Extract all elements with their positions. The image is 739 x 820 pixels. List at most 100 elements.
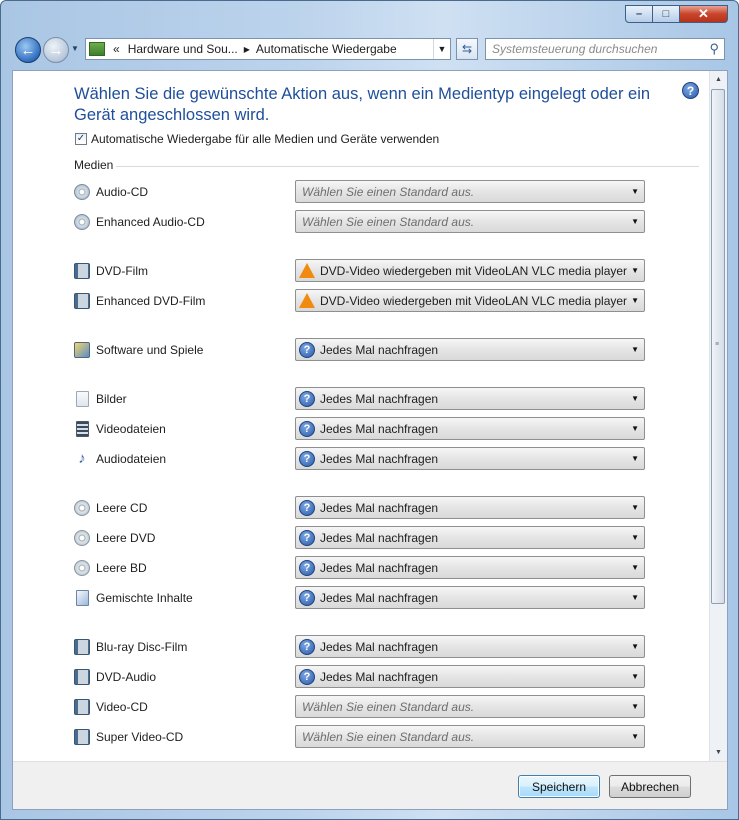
action-dropdown[interactable]: ? Jedes Mal nachfragen ▼ <box>295 447 645 470</box>
dropdown-arrow-icon[interactable]: ▼ <box>631 642 639 651</box>
media-row: Software und Spiele? Jedes Mal nachfragen… <box>74 338 649 362</box>
action-dropdown[interactable]: ? Jedes Mal nachfragen ▼ <box>295 526 645 549</box>
recent-pages-chevron-down-icon[interactable]: ▼ <box>71 44 79 53</box>
address-dropdown-chevron-down-icon[interactable]: ▼ <box>433 39 450 59</box>
action-dropdown-value: Jedes Mal nachfragen <box>320 639 439 654</box>
action-dropdown[interactable]: ? Jedes Mal nachfragen ▼ <box>295 635 645 658</box>
vertical-scrollbar[interactable]: ▲ ≡ ▼ <box>709 71 727 761</box>
address-bar[interactable]: « Hardware und Sou... ▶ Automatische Wie… <box>85 38 451 60</box>
question-icon: ? <box>299 529 315 546</box>
action-dropdown[interactable]: Wählen Sie einen Standard aus. ▼ <box>295 725 645 748</box>
help-icon[interactable]: ? <box>682 82 699 99</box>
enhanced-audio-cd-icon <box>74 214 90 230</box>
maximize-button[interactable]: □ <box>653 5 680 23</box>
media-row-label: Super Video-CD <box>96 730 184 744</box>
action-dropdown-value: Jedes Mal nachfragen <box>320 342 439 357</box>
dropdown-arrow-icon[interactable]: ▼ <box>631 187 639 196</box>
action-dropdown[interactable]: Wählen Sie einen Standard aus. ▼ <box>295 180 645 203</box>
breadcrumb-hardware-sound[interactable]: Hardware und Sou... <box>128 42 238 56</box>
search-input[interactable] <box>486 41 704 57</box>
dropdown-arrow-icon[interactable]: ▼ <box>631 217 639 226</box>
action-dropdown-value: Jedes Mal nachfragen <box>320 451 439 466</box>
media-row-label: Leere BD <box>96 561 147 575</box>
action-dropdown[interactable]: ? Jedes Mal nachfragen ▼ <box>295 586 645 609</box>
media-row-label: Software und Spiele <box>96 343 204 357</box>
back-button[interactable]: ← <box>15 37 41 63</box>
autoplay-checkbox[interactable]: ✓ <box>75 133 87 145</box>
software-games-icon <box>74 342 90 358</box>
scrollbar-thumb[interactable]: ≡ <box>711 89 725 604</box>
action-dropdown-value: Wählen Sie einen Standard aus. <box>302 729 475 744</box>
question-icon: ? <box>299 390 315 407</box>
dropdown-arrow-icon[interactable]: ▼ <box>631 424 639 433</box>
mixed-content-icon <box>76 590 89 606</box>
close-button[interactable]: ✕ <box>680 5 728 23</box>
breadcrumb-autoplay[interactable]: Automatische Wiedergabe <box>256 42 397 56</box>
action-dropdown[interactable]: ? Jedes Mal nachfragen ▼ <box>295 417 645 440</box>
action-dropdown[interactable]: ? Jedes Mal nachfragen ▼ <box>295 665 645 688</box>
dropdown-arrow-icon[interactable]: ▼ <box>631 732 639 741</box>
dropdown-arrow-icon[interactable]: ▼ <box>631 454 639 463</box>
dropdown-arrow-icon[interactable]: ▼ <box>631 672 639 681</box>
action-dropdown[interactable]: Wählen Sie einen Standard aus. ▼ <box>295 210 645 233</box>
autoplay-checkbox-row[interactable]: ✓ Automatische Wiedergabe für alle Medie… <box>75 132 439 146</box>
media-row: Enhanced DVD-Film DVD-Video wiedergeben m… <box>74 289 649 313</box>
dropdown-arrow-icon[interactable]: ▼ <box>631 394 639 403</box>
media-row-label: Enhanced DVD-Film <box>96 294 206 308</box>
breadcrumb-chevron-right-icon[interactable]: ▶ <box>244 45 250 54</box>
media-row: Blu-ray Disc-Film? Jedes Mal nachfragen ▼ <box>74 635 649 659</box>
question-icon: ? <box>299 589 315 606</box>
breadcrumb-overflow[interactable]: « <box>113 42 120 56</box>
media-row-label: Leere CD <box>96 501 148 515</box>
action-dropdown[interactable]: DVD-Video wiedergeben mit VideoLAN VLC m… <box>295 259 645 282</box>
media-row: Video-CD Wählen Sie einen Standard aus. ▼ <box>74 695 649 719</box>
action-dropdown-value: Jedes Mal nachfragen <box>320 530 439 545</box>
action-dropdown-value: Jedes Mal nachfragen <box>320 590 439 605</box>
dvd-film-icon <box>74 263 90 279</box>
dropdown-arrow-icon[interactable]: ▼ <box>631 266 639 275</box>
autoplay-window: – □ ✕ ← → ▼ « Hardware und Sou... ▶ Auto… <box>0 0 739 820</box>
question-icon: ? <box>299 341 315 358</box>
scroll-up-arrow-icon[interactable]: ▲ <box>710 71 727 88</box>
action-dropdown[interactable]: ? Jedes Mal nachfragen ▼ <box>295 556 645 579</box>
question-icon: ? <box>299 420 315 437</box>
action-dropdown-value: Wählen Sie einen Standard aus. <box>302 214 475 229</box>
dvd-audio-icon <box>74 669 90 685</box>
action-dropdown-value: Jedes Mal nachfragen <box>320 669 439 684</box>
page-title: Wählen Sie die gewünschte Aktion aus, we… <box>74 85 651 124</box>
media-row: Enhanced Audio-CD Wählen Sie einen Standa… <box>74 210 649 234</box>
autoplay-checkbox-label[interactable]: Automatische Wiedergabe für alle Medien … <box>91 132 439 146</box>
scroll-grip-icon: ≡ <box>715 341 720 348</box>
navigation-bar: ← → ▼ « Hardware und Sou... ▶ Automatisc… <box>11 34 727 66</box>
dropdown-arrow-icon[interactable]: ▼ <box>631 345 639 354</box>
media-row: ♪ Audiodateien? Jedes Mal nachfragen ▼ <box>74 447 649 471</box>
dropdown-arrow-icon[interactable]: ▼ <box>631 702 639 711</box>
search-icon[interactable]: ⚲ <box>709 41 719 57</box>
pictures-icon <box>76 391 89 407</box>
dropdown-arrow-icon[interactable]: ▼ <box>631 593 639 602</box>
refresh-button[interactable]: ⇆ <box>456 38 478 60</box>
question-icon: ? <box>299 638 315 655</box>
dropdown-arrow-icon[interactable]: ▼ <box>631 563 639 572</box>
dropdown-arrow-icon[interactable]: ▼ <box>631 533 639 542</box>
content-pane: Wählen Sie die gewünschte Aktion aus, we… <box>12 70 728 810</box>
media-row-label: Audio-CD <box>96 185 149 199</box>
cancel-button[interactable]: Abbrechen <box>609 775 691 798</box>
action-dropdown[interactable]: ? Jedes Mal nachfragen ▼ <box>295 496 645 519</box>
save-button[interactable]: Speichern <box>518 775 600 798</box>
action-dropdown[interactable]: ? Jedes Mal nachfragen ▼ <box>295 387 645 410</box>
action-dropdown-value: DVD-Video wiedergeben mit VideoLAN VLC m… <box>320 263 628 278</box>
minimize-button[interactable]: – <box>625 5 653 23</box>
action-dropdown[interactable]: Wählen Sie einen Standard aus. ▼ <box>295 695 645 718</box>
forward-button[interactable]: → <box>43 37 69 63</box>
media-row: DVD-Audio? Jedes Mal nachfragen ▼ <box>74 665 649 689</box>
dropdown-arrow-icon[interactable]: ▼ <box>631 503 639 512</box>
media-row: Audio-CD Wählen Sie einen Standard aus. ▼ <box>74 180 649 204</box>
scroll-down-arrow-icon[interactable]: ▼ <box>710 744 727 761</box>
action-dropdown[interactable]: ? Jedes Mal nachfragen ▼ <box>295 338 645 361</box>
action-dropdown[interactable]: DVD-Video wiedergeben mit VideoLAN VLC m… <box>295 289 645 312</box>
dropdown-arrow-icon[interactable]: ▼ <box>631 296 639 305</box>
action-dropdown-value: Jedes Mal nachfragen <box>320 560 439 575</box>
audio-files-icon: ♪ <box>78 450 86 467</box>
forward-arrow-icon: → <box>48 41 64 59</box>
